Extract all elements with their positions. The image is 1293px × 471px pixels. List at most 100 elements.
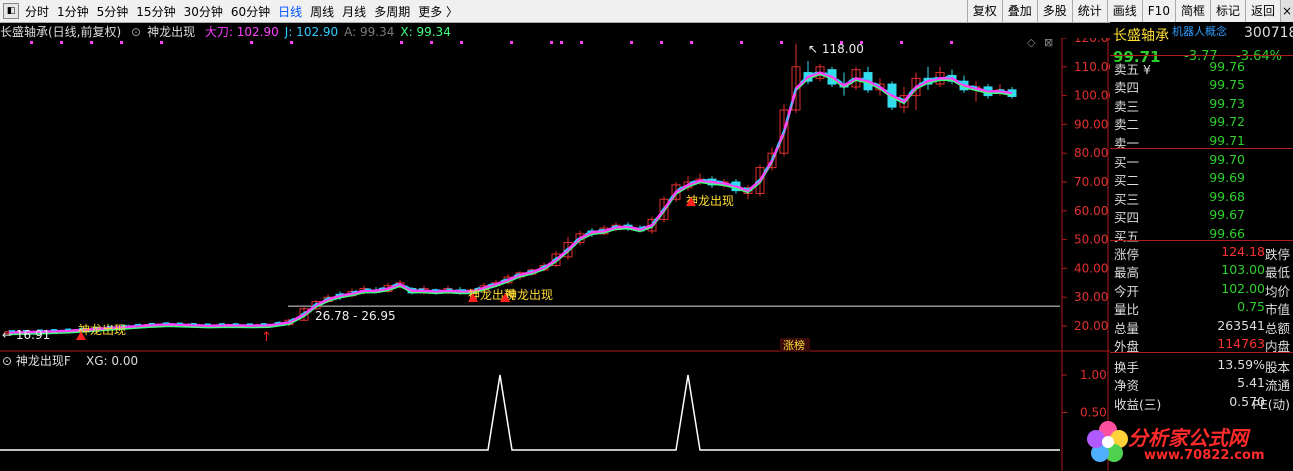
signal-dot xyxy=(30,41,33,44)
watermark-url: www.70822.com xyxy=(1144,448,1265,463)
stock-name: 长盛轴承 xyxy=(1113,28,1169,44)
price-tick-label: 120.00 xyxy=(1074,38,1110,45)
period-tab-7[interactable]: 周线 xyxy=(310,3,334,20)
signal-dot xyxy=(580,41,583,44)
sub-indicator-name: ⊙ 神龙出现F xyxy=(2,354,71,368)
signal-label-1: 神龙出现 xyxy=(78,323,126,337)
price-tick-label: 60.00 xyxy=(1074,204,1108,218)
period-tab-6[interactable]: 日线 xyxy=(278,3,302,20)
buy-value: 99.69 xyxy=(1209,170,1245,186)
buy-value: 99.67 xyxy=(1209,207,1245,223)
stat-value: 114763 xyxy=(1217,336,1265,351)
period-tabs: 分时 1分钟 5分钟 15分钟 30分钟 60分钟 日线 周线 月线 多周期 更多 〉 xyxy=(25,3,466,20)
quote-panel: 长盛轴承 机器人概念 300718 99.71 -3.77 -3.64% 卖五 … xyxy=(1110,22,1293,471)
toolbar-button-8[interactable]: 返回 xyxy=(1244,0,1280,22)
period-tab-9[interactable]: 多周期 xyxy=(374,3,410,20)
sub-indicator-value: XG: 0.00 xyxy=(86,354,138,368)
sell-value: 99.73 xyxy=(1209,95,1245,111)
signal-dot xyxy=(90,41,93,44)
close-icon[interactable]: × xyxy=(1280,0,1293,22)
range-label: 26.78 - 26.95 xyxy=(315,309,396,323)
indicator-toggle-icon[interactable]: ⊙ xyxy=(131,25,141,39)
sell-value: 99.75 xyxy=(1209,77,1245,93)
watermark-title: 分析家公式网 xyxy=(1128,426,1248,450)
signal-dot xyxy=(950,41,953,44)
signal-dot xyxy=(290,41,293,44)
diamond-icon: ◇ xyxy=(1027,38,1036,49)
sell-value: 99.71 xyxy=(1209,132,1245,148)
period-tab-8[interactable]: 月线 xyxy=(342,3,366,20)
price-tick-label: 50.00 xyxy=(1074,233,1108,247)
signal-dot xyxy=(780,41,783,44)
period-tab-0[interactable]: 分时 xyxy=(25,3,49,20)
signal-dot xyxy=(690,41,693,44)
stat-value: 263541 xyxy=(1217,317,1265,333)
sub-tick-label: 1.00 xyxy=(1080,368,1107,382)
signal-dot xyxy=(160,41,163,44)
stat2-row-2: 收益(三) 0.570 PE(动) xyxy=(1110,391,1293,413)
stat2-label2: PE(动) xyxy=(1252,396,1290,412)
signal-dot xyxy=(460,41,463,44)
signal-dot xyxy=(430,41,433,44)
chart-legend: 长盛轴承(日线,前复权) ⊙ 神龙出现 大刀: 102.90 J: 102.90 A:… xyxy=(0,23,463,39)
high-price-label: ↖ 118.00 xyxy=(808,42,864,56)
sell-value: 99.72 xyxy=(1209,114,1245,130)
price-tick-label: 100.00 xyxy=(1074,89,1110,103)
signal-dot xyxy=(560,41,563,44)
signal-dot xyxy=(60,41,63,44)
indicator-name[interactable]: 神龙出现 xyxy=(147,25,195,39)
watermark: 分析家公式网 www.70822.com xyxy=(1086,416,1286,468)
toolbar-button-1[interactable]: 叠加 xyxy=(1001,0,1037,22)
legend-item-2: A: 99.34 xyxy=(344,25,395,39)
period-tab-2[interactable]: 5分钟 xyxy=(97,3,129,20)
toolbar-right-buttons: 复权 叠加 多股 统计 画线 F10 简框 标记 返回 × xyxy=(966,0,1293,22)
legend-item-1: J: 102.90 xyxy=(284,25,339,39)
toolbar-button-3[interactable]: 统计 xyxy=(1071,0,1107,22)
signal-dot xyxy=(900,41,903,44)
legend-item-0: 大刀: 102.90 xyxy=(204,25,279,39)
price-tick-label: 20.00 xyxy=(1074,319,1108,333)
toolbar-button-5[interactable]: F10 xyxy=(1141,0,1175,22)
kline-chart[interactable]: 120.00 110.00 100.00 90.00 80.00 70.00 60.00 50… xyxy=(0,38,1110,471)
price-tick-label: 30.00 xyxy=(1074,290,1108,304)
period-tab-4[interactable]: 30分钟 xyxy=(184,3,223,20)
price-tick-label: 90.00 xyxy=(1074,117,1108,131)
toolbar-button-7[interactable]: 标记 xyxy=(1209,0,1245,22)
toolbar-button-2[interactable]: 多股 xyxy=(1036,0,1072,22)
stat2-value: 5.41 xyxy=(1237,375,1265,391)
buy-value: 99.70 xyxy=(1209,152,1245,167)
signal-dot xyxy=(400,41,403,44)
toolbar-button-0[interactable]: 复权 xyxy=(966,0,1002,22)
pin-icon[interactable]: ◧ xyxy=(3,3,19,19)
price-tick-label: 40.00 xyxy=(1074,261,1108,275)
low-price-label: ← 16.91 xyxy=(2,328,50,342)
flower-logo-icon xyxy=(1087,421,1128,462)
up-arrow-icon: ↑ xyxy=(261,330,272,345)
stat-value: 102.00 xyxy=(1221,280,1265,296)
stat2-label: 收益(三) xyxy=(1114,396,1162,412)
sell-value: 99.76 xyxy=(1209,59,1245,74)
toolbar-button-6[interactable]: 简框 xyxy=(1174,0,1210,22)
buy-value: 99.68 xyxy=(1209,188,1245,204)
stat-value: 0.75 xyxy=(1237,299,1265,315)
concept-tag[interactable]: 机器人概念 xyxy=(1172,23,1227,39)
signal-dot xyxy=(550,41,553,44)
signal-dot xyxy=(660,41,663,44)
buy-value: 99.66 xyxy=(1209,225,1245,241)
legend-item-3: X: 99.34 xyxy=(400,25,451,39)
signal-dot xyxy=(120,41,123,44)
price-tick-label: 80.00 xyxy=(1074,146,1108,160)
toolbar-button-4[interactable]: 画线 xyxy=(1106,0,1142,22)
signal-dot xyxy=(740,41,743,44)
settings-icon: ⊠ xyxy=(1044,38,1053,49)
price-tick-label: 70.00 xyxy=(1074,175,1108,189)
period-tab-5[interactable]: 60分钟 xyxy=(231,3,270,20)
signal-dot xyxy=(630,41,633,44)
period-tab-1[interactable]: 1分钟 xyxy=(57,3,89,20)
period-tab-10[interactable]: 更多 〉 xyxy=(418,3,458,20)
period-tab-3[interactable]: 15分钟 xyxy=(136,3,175,20)
stock-title: 长盛轴承(日线,前复权) xyxy=(0,25,122,39)
xg-signal-line xyxy=(0,374,1060,451)
divider xyxy=(1110,352,1293,353)
stat-value: 103.00 xyxy=(1221,262,1265,278)
